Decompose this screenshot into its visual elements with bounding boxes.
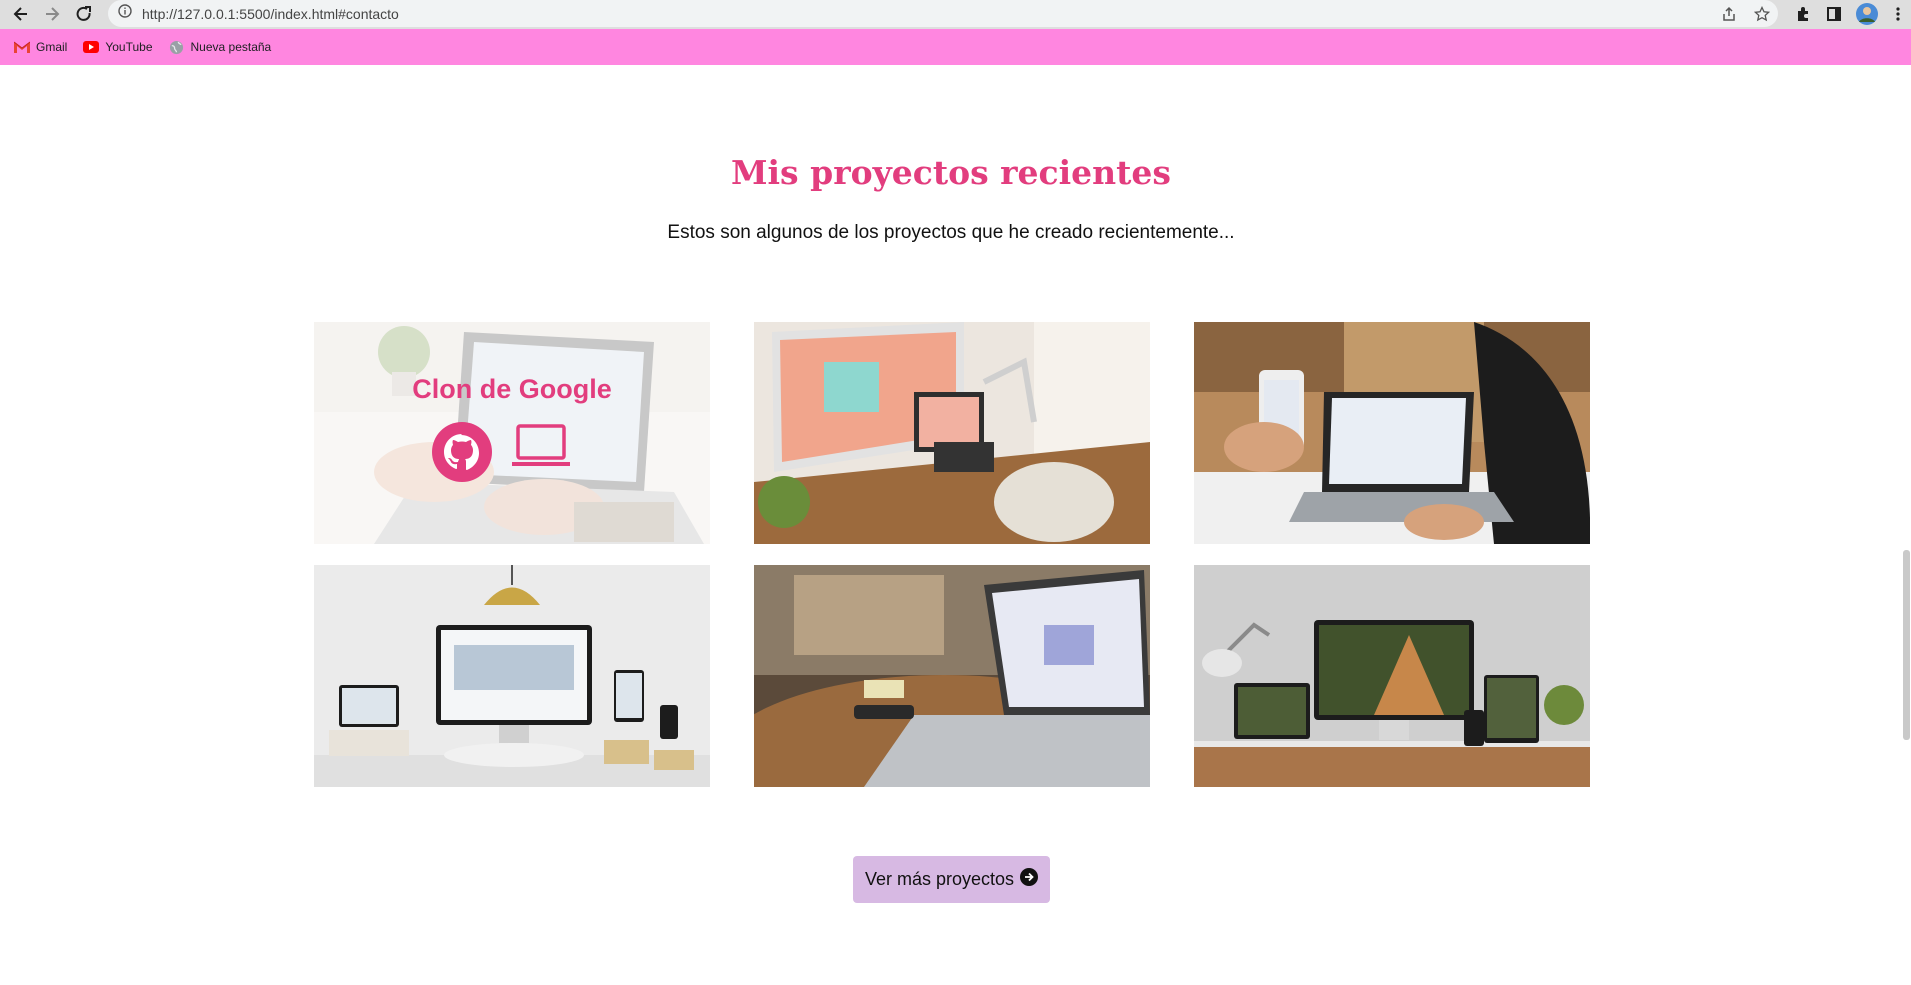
desktop-find-your-creativity-photo [754, 322, 1150, 544]
youtube-icon [83, 39, 100, 55]
page-scrollbar[interactable] [1902, 65, 1911, 985]
back-icon[interactable] [9, 2, 33, 26]
bookmarks-bar: Gmail YouTube Nueva pestaña [0, 29, 1911, 65]
project-card[interactable]: Clon de Google [314, 322, 710, 544]
url-text: http://127.0.0.1:5500/index.html#contact… [142, 5, 399, 22]
globe-icon [169, 39, 185, 55]
profile-avatar[interactable] [1855, 2, 1879, 26]
bookmark-label: Nueva pestaña [190, 40, 272, 54]
github-icon[interactable] [432, 422, 492, 482]
bookmark-label: Gmail [36, 40, 68, 54]
project-card[interactable] [1194, 565, 1590, 787]
laptop-wooden-table-photo [754, 565, 1150, 787]
forward-icon[interactable] [40, 2, 64, 26]
project-card[interactable] [754, 322, 1150, 544]
site-info-icon[interactable] [118, 4, 132, 23]
scrollbar-thumb[interactable] [1903, 550, 1910, 740]
share-icon[interactable] [1717, 2, 1741, 26]
project-card[interactable] [314, 565, 710, 787]
side-panel-icon[interactable] [1822, 2, 1846, 26]
section-title: Mis proyectos recientes [730, 153, 1171, 192]
bookmark-label: YouTube [105, 40, 153, 54]
bookmark-star-icon[interactable] [1750, 2, 1774, 26]
bookmark-gmail[interactable]: Gmail [14, 39, 67, 55]
project-card[interactable] [754, 565, 1150, 787]
cta-label: Ver más proyectos [864, 869, 1015, 889]
browser-toolbar: http://127.0.0.1:5500/index.html#contact… [0, 0, 1911, 29]
phone-and-laptop-photo [1194, 322, 1590, 544]
see-more-projects-button[interactable]: Ver más proyectos [853, 856, 1050, 903]
laptop-demo-icon[interactable] [510, 422, 572, 482]
architect-studio-devices-photo [1194, 565, 1590, 787]
responsive-web-design-photo [314, 565, 710, 787]
bookmark-youtube[interactable]: YouTube [83, 39, 153, 55]
project-title: Clon de Google [412, 374, 612, 404]
arrow-right-circle-icon [1020, 868, 1039, 891]
projects-section: Mis proyectos recientes Estos son alguno… [0, 65, 1911, 985]
menu-dots-icon[interactable] [1886, 2, 1910, 26]
address-bar[interactable]: http://127.0.0.1:5500/index.html#contact… [108, 0, 1778, 27]
section-subtitle: Estos son algunos de los proyectos que h… [667, 222, 1235, 243]
reload-icon[interactable] [72, 2, 96, 26]
bookmark-nueva-pestana[interactable]: Nueva pestaña [169, 39, 272, 55]
extensions-icon[interactable] [1791, 2, 1815, 26]
gmail-icon [14, 39, 30, 55]
project-card[interactable] [1194, 322, 1590, 544]
